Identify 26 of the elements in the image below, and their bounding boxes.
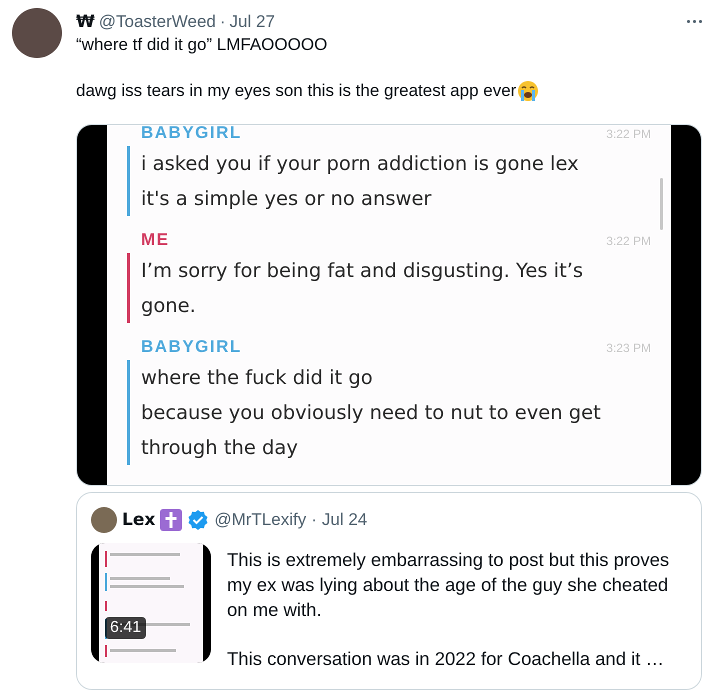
- post-date[interactable]: Jul 24: [322, 510, 368, 530]
- sender-name: ME: [141, 230, 170, 250]
- more-icon[interactable]: [687, 20, 702, 24]
- quoted-post[interactable]: [76, 492, 702, 690]
- video-duration: 6:41: [105, 617, 146, 639]
- message-text: I’m sorry for being fat and disgusting. Yes it’s gone.: [127, 252, 643, 323]
- sender-name: BABYGIRL: [141, 124, 242, 143]
- user-handle[interactable]: @MrTLexify: [214, 510, 306, 530]
- post-text: This is extremely embarrassing to post but this proves my ex was lying about the age of the guy she cheated on me with.: [227, 548, 670, 622]
- display-name[interactable]: ₩: [76, 12, 95, 32]
- message-text: i asked you if your porn addiction is gone lex it's a simple yes or no answer: [127, 146, 643, 216]
- avatar[interactable]: [91, 507, 117, 533]
- post-text: “where tf did it go” LMFAOOOOO: [76, 34, 328, 56]
- post-text: dawg iss tears in my eyes son this is the greatest app ever: [76, 80, 516, 102]
- post-date[interactable]: Jul 27: [230, 12, 275, 32]
- sender-name: BABYGIRL: [141, 336, 242, 357]
- user-handle[interactable]: @ToasterWeed: [98, 12, 216, 32]
- scrollbar[interactable]: [660, 178, 663, 230]
- cross-icon: [160, 509, 182, 531]
- separator: ·: [220, 12, 226, 32]
- separator: ·: [311, 510, 317, 530]
- crying-face-icon: [517, 80, 540, 102]
- message-text: where the fuck did it go because you obviously need to nut to even get through the day: [127, 360, 643, 465]
- avatar[interactable]: [12, 8, 62, 58]
- post-text: This conversation was in 2022 for Coachella and it …: [227, 647, 666, 671]
- display-name[interactable]: Lex: [122, 510, 156, 530]
